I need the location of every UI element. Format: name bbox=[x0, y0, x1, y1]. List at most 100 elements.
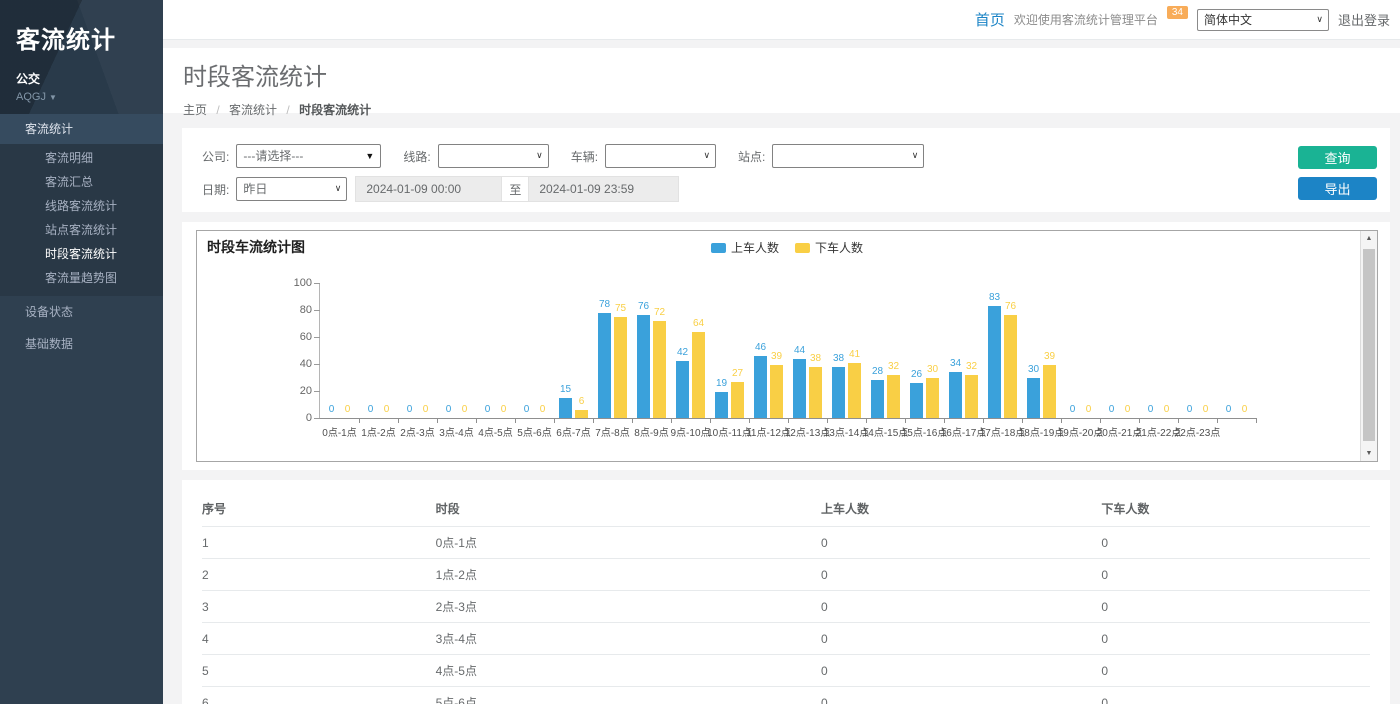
bar-value-label: 0 bbox=[524, 404, 530, 415]
table-cell: 5 bbox=[202, 655, 436, 687]
logout-link[interactable]: 退出登录 bbox=[1338, 10, 1390, 29]
date-preset-select[interactable]: 昨日 bbox=[236, 177, 347, 201]
x-axis-tick-mark bbox=[983, 419, 984, 423]
table-header-下车人数: 下车人数 bbox=[1101, 490, 1370, 527]
bar-下车人数-16点-17点 bbox=[965, 375, 978, 418]
chevron-down-icon: ▼ bbox=[49, 93, 57, 102]
y-axis-tick-mark bbox=[314, 391, 320, 392]
sidebar-section-基础数据[interactable]: 基础数据 bbox=[0, 328, 163, 360]
station-select[interactable] bbox=[772, 144, 924, 168]
bar-value-label: 0 bbox=[1226, 404, 1232, 415]
sidebar-item-时段客流统计[interactable]: 时段客流统计 bbox=[0, 242, 163, 266]
sidebar-item-客流汇总[interactable]: 客流汇总 bbox=[0, 170, 163, 194]
sidebar-section-客流统计[interactable]: 客流统计 bbox=[0, 114, 163, 144]
sidebar-section-设备状态[interactable]: 设备状态 bbox=[0, 296, 163, 328]
table-header-时段: 时段 bbox=[436, 490, 821, 527]
table-cell: 4点-5点 bbox=[436, 655, 821, 687]
scroll-down-icon[interactable]: ▼ bbox=[1361, 446, 1377, 461]
y-axis-tick-label: 0 bbox=[280, 412, 312, 424]
bar-value-label: 78 bbox=[599, 299, 610, 310]
x-axis-tick-mark bbox=[593, 419, 594, 423]
bar-value-label: 30 bbox=[927, 364, 938, 375]
table-row: 21点-2点00 bbox=[202, 559, 1370, 591]
bar-上车人数-16点-17点 bbox=[949, 372, 962, 418]
bar-上车人数-14点-15点 bbox=[871, 380, 884, 418]
bar-value-label: 42 bbox=[677, 347, 688, 358]
page-title: 时段客流统计 bbox=[183, 57, 1400, 92]
vehicle-select[interactable] bbox=[605, 144, 716, 168]
table-cell: 0 bbox=[821, 687, 1101, 704]
chart-panel: 时段车流统计图 上车人数 下车人数 020406080100000点-1点001… bbox=[182, 222, 1390, 470]
bar-value-label: 15 bbox=[560, 384, 571, 395]
scrollbar-thumb[interactable] bbox=[1363, 249, 1375, 441]
bar-value-label: 72 bbox=[654, 307, 665, 318]
brand-title: 客流统计 bbox=[16, 20, 147, 55]
bar-value-label: 76 bbox=[638, 301, 649, 312]
chart-scrollbar[interactable]: ▲ ▼ bbox=[1360, 231, 1377, 461]
table-cell: 1 bbox=[202, 527, 436, 559]
user-dropdown[interactable]: AQGJ ▼ bbox=[16, 91, 147, 103]
date-end-input[interactable] bbox=[529, 176, 679, 202]
bar-下车人数-10点-11点 bbox=[731, 382, 744, 418]
x-axis-category-label: 5点-6点 bbox=[517, 424, 551, 439]
x-axis-tick-mark bbox=[827, 419, 828, 423]
table-cell: 5点-6点 bbox=[436, 687, 821, 704]
x-axis-tick-mark bbox=[554, 419, 555, 423]
legend-item-boarding[interactable]: 上车人数 bbox=[711, 239, 779, 256]
export-button[interactable]: 导出 bbox=[1298, 177, 1377, 200]
table-cell: 4 bbox=[202, 623, 436, 655]
sidebar-item-客流明细[interactable]: 客流明细 bbox=[0, 146, 163, 170]
bar-value-label: 19 bbox=[716, 378, 727, 389]
bar-value-label: 46 bbox=[755, 342, 766, 353]
sidebar-submenu: 客流明细客流汇总线路客流统计站点客流统计时段客流统计客流量趋势图 bbox=[0, 144, 163, 296]
bar-value-label: 0 bbox=[485, 404, 491, 415]
table-cell: 0 bbox=[821, 623, 1101, 655]
home-link[interactable]: 首页 bbox=[975, 9, 1005, 30]
date-to-label: 至 bbox=[501, 176, 529, 202]
line-select[interactable] bbox=[438, 144, 549, 168]
bar-value-label: 0 bbox=[1086, 404, 1092, 415]
sidebar-item-客流量趋势图[interactable]: 客流量趋势图 bbox=[0, 266, 163, 290]
company-select[interactable]: ---请选择--- bbox=[236, 144, 381, 168]
table-cell: 3 bbox=[202, 591, 436, 623]
table-cell: 6 bbox=[202, 687, 436, 704]
scroll-up-icon[interactable]: ▲ bbox=[1361, 231, 1377, 246]
table-header-上车人数: 上车人数 bbox=[821, 490, 1101, 527]
bar-value-label: 0 bbox=[423, 404, 429, 415]
bar-下车人数-7点-8点 bbox=[614, 317, 627, 418]
x-axis-category-label: 1点-2点 bbox=[361, 424, 395, 439]
bar-上车人数-9点-10点 bbox=[676, 361, 689, 418]
bar-value-label: 0 bbox=[407, 404, 413, 415]
bar-上车人数-18点-19点 bbox=[1027, 378, 1040, 419]
bar-上车人数-13点-14点 bbox=[832, 367, 845, 418]
bar-下车人数-11点-12点 bbox=[770, 365, 783, 418]
bar-value-label: 0 bbox=[462, 404, 468, 415]
y-axis-tick-mark bbox=[314, 337, 320, 338]
table-cell: 0 bbox=[821, 527, 1101, 559]
table-header-序号: 序号 bbox=[202, 490, 436, 527]
bar-下车人数-9点-10点 bbox=[692, 332, 705, 418]
bar-value-label: 0 bbox=[1187, 404, 1193, 415]
x-axis-category-label: 6点-7点 bbox=[556, 424, 590, 439]
sidebar-item-站点客流统计[interactable]: 站点客流统计 bbox=[0, 218, 163, 242]
bar-value-label: 0 bbox=[501, 404, 507, 415]
x-axis-category-label: 2点-3点 bbox=[400, 424, 434, 439]
bar-value-label: 76 bbox=[1005, 301, 1016, 312]
date-start-input[interactable] bbox=[355, 176, 501, 202]
bar-value-label: 0 bbox=[345, 404, 351, 415]
table-cell: 2 bbox=[202, 559, 436, 591]
bar-上车人数-11点-12点 bbox=[754, 356, 767, 418]
language-select[interactable]: 简体中文 bbox=[1197, 9, 1329, 31]
table-row: 10点-1点00 bbox=[202, 527, 1370, 559]
table-cell: 0 bbox=[1101, 687, 1370, 704]
chart-box: 时段车流统计图 上车人数 下车人数 020406080100000点-1点001… bbox=[196, 230, 1378, 462]
x-axis-category-label: 0点-1点 bbox=[322, 424, 356, 439]
sidebar-item-线路客流统计[interactable]: 线路客流统计 bbox=[0, 194, 163, 218]
x-axis-category-label: 3点-4点 bbox=[439, 424, 473, 439]
x-axis-tick-mark bbox=[905, 419, 906, 423]
notification-badge[interactable]: 34 bbox=[1167, 6, 1188, 19]
bar-value-label: 32 bbox=[966, 361, 977, 372]
search-button[interactable]: 查询 bbox=[1298, 146, 1377, 169]
legend-item-alighting[interactable]: 下车人数 bbox=[795, 239, 863, 256]
data-table: 序号时段上车人数下车人数 10点-1点0021点-2点0032点-3点0043点… bbox=[202, 490, 1370, 704]
